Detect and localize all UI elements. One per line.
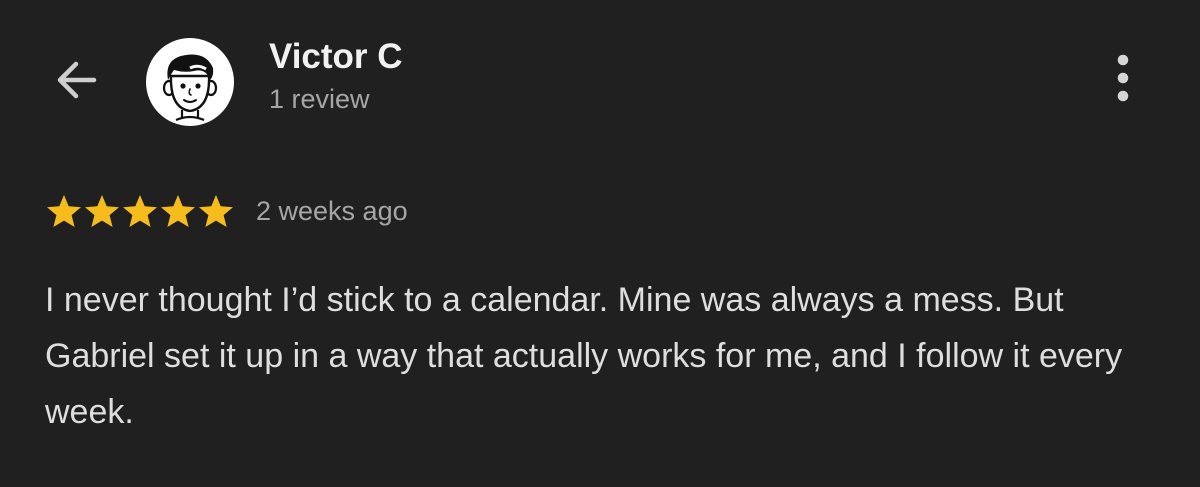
star-icon (199, 195, 233, 227)
rating-row: 2 weeks ago (45, 191, 408, 231)
star-icon (161, 195, 195, 227)
star-icon (123, 195, 157, 227)
review-count: 1 review (269, 84, 370, 114)
more-vertical-icon (1117, 54, 1129, 102)
star-rating (45, 193, 235, 229)
reviewer-name[interactable]: Victor C (269, 37, 403, 77)
avatar[interactable] (146, 38, 234, 126)
more-options-button[interactable] (1098, 50, 1148, 106)
star-icon (85, 195, 119, 227)
review-text: I never thought I’d stick to a calendar.… (45, 281, 1123, 431)
star-icon (47, 195, 81, 227)
cartoon-face-icon (162, 54, 218, 122)
review-screen: Victor C 1 review 2 weeks ago I never th… (0, 0, 1200, 487)
back-arrow-icon (57, 61, 97, 99)
back-button[interactable] (44, 48, 108, 112)
review-date: 2 weeks ago (256, 196, 408, 226)
